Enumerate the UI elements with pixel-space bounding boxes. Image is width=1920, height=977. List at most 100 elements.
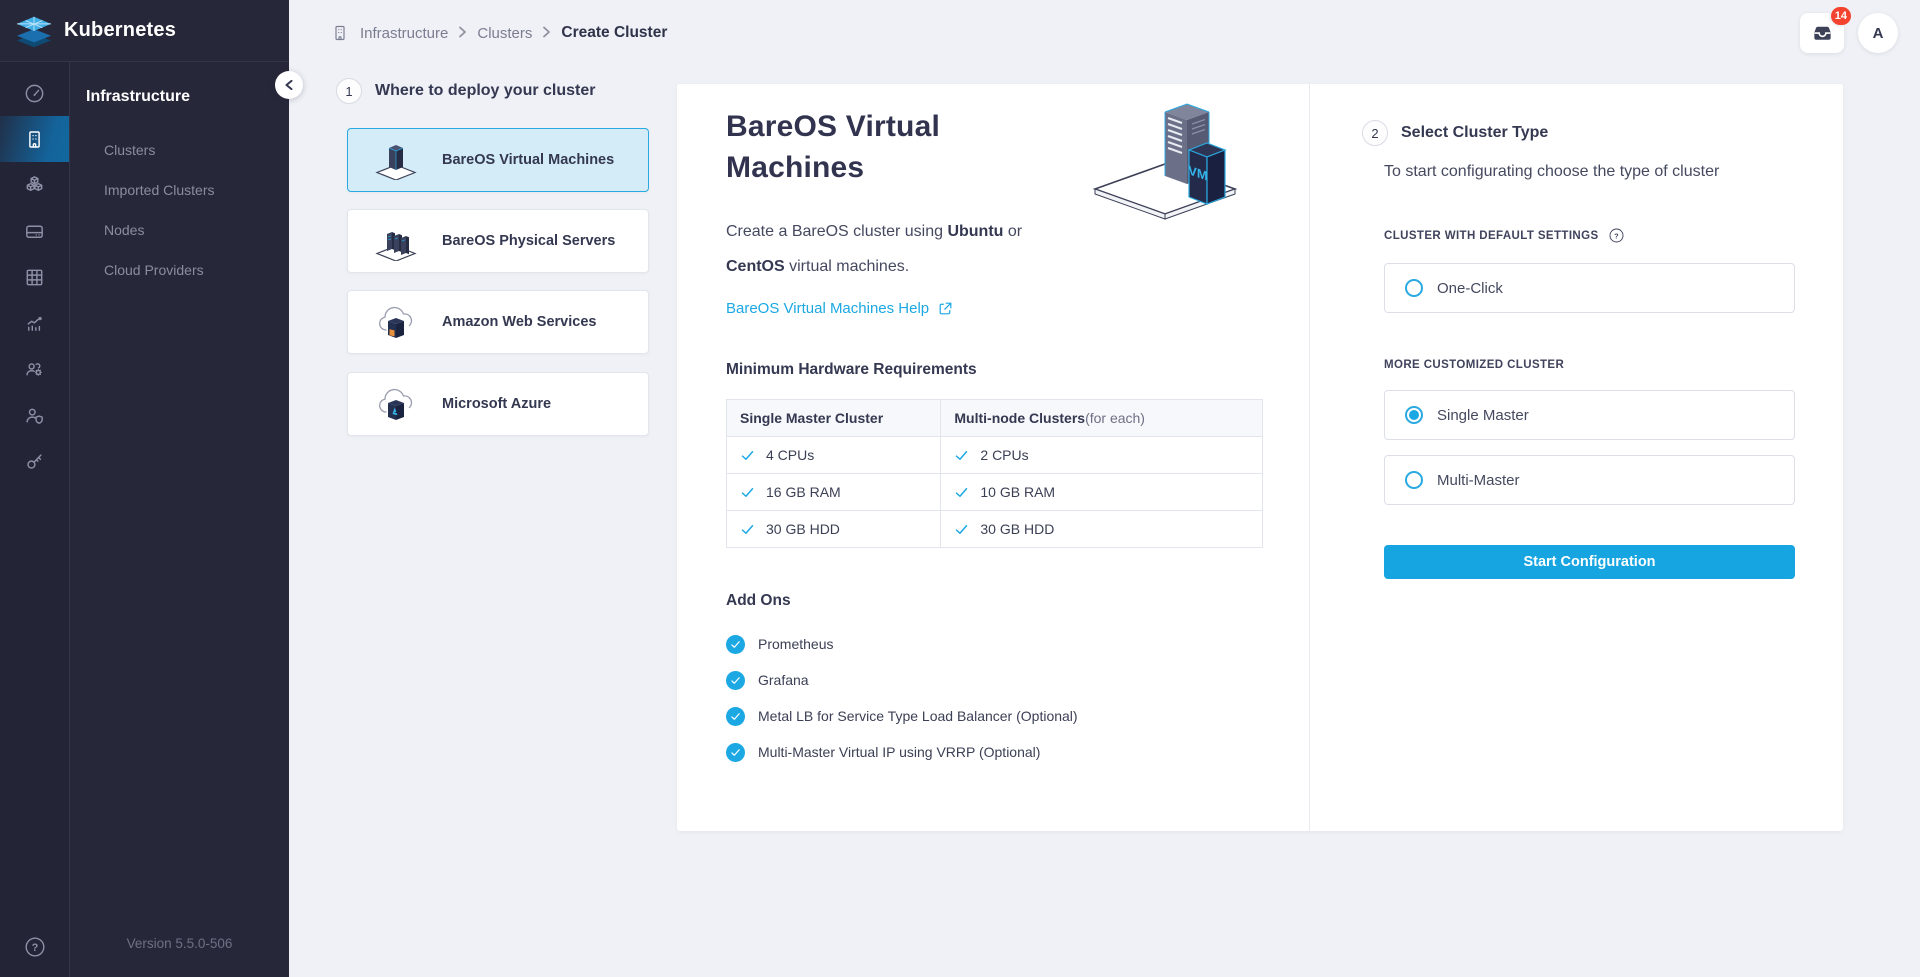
bareos-physical-icon: [374, 221, 418, 261]
deploy-option-label: Amazon Web Services: [442, 314, 596, 330]
storage-icon: [23, 220, 46, 243]
deploy-option[interactable]: Microsoft Azure: [347, 372, 649, 436]
check-icon: [954, 522, 969, 537]
rail-item-access-control[interactable]: [0, 392, 69, 438]
kubernetes-logo-icon: [12, 13, 56, 49]
external-link-icon: [937, 300, 954, 317]
rail-item-apps[interactable]: [0, 254, 69, 300]
deploy-option[interactable]: BareOS Physical Servers: [347, 209, 649, 273]
requirements-title: Minimum Hardware Requirements: [726, 361, 1309, 379]
help-button[interactable]: ?: [0, 917, 69, 977]
addon-label: Multi-Master Virtual IP using VRRP (Opti…: [758, 744, 1040, 760]
check-icon: [740, 485, 755, 500]
check-circle-icon: [726, 671, 745, 690]
requirements-table: Single Master Cluster Multi-node Cluster…: [726, 399, 1263, 548]
sidebar-body: ? Infrastructure Clusters Imported Clust…: [0, 62, 289, 977]
cluster-type-label: Multi-Master: [1437, 472, 1520, 489]
sidebar-section-title: Infrastructure: [70, 88, 289, 106]
aws-icon: [374, 302, 418, 342]
step2-number: 2: [1362, 120, 1388, 146]
bareos-vm-icon: [374, 140, 418, 180]
chevron-left-icon: [284, 80, 294, 90]
radio-icon: [1405, 279, 1423, 297]
breadcrumb-create-cluster: Create Cluster: [561, 24, 667, 42]
addon-label: Grafana: [758, 672, 809, 688]
provider-detail: BareOS VirtualMachines: [677, 84, 1310, 831]
addon-item: Prometheus: [726, 626, 1309, 662]
requirements-row: 16 GB RAM 10 GB RAM: [727, 474, 1263, 511]
notification-badge: 14: [1829, 5, 1853, 27]
icon-rail: ?: [0, 62, 70, 977]
dashboard-icon: [23, 82, 46, 105]
addons-title: Add Ons: [726, 592, 1309, 610]
rail-item-api-keys[interactable]: [0, 438, 69, 484]
help-icon: ?: [23, 935, 47, 959]
workloads-cubes-icon: [23, 174, 46, 197]
check-icon: [954, 448, 969, 463]
rail-item-infrastructure[interactable]: [0, 116, 69, 162]
breadcrumb-separator: [542, 25, 551, 42]
addon-label: Metal LB for Service Type Load Balancer …: [758, 708, 1078, 724]
rail-item-monitoring[interactable]: [0, 300, 69, 346]
check-icon: [954, 485, 969, 500]
sidebar: Kubernetes: [0, 0, 289, 977]
sidebar-item-cloud-providers[interactable]: Cloud Providers: [70, 250, 289, 290]
check-icon: [740, 522, 755, 537]
infrastructure-icon: [23, 128, 46, 151]
addon-item: Metal LB for Service Type Load Balancer …: [726, 698, 1309, 734]
monitoring-chart-icon: [23, 312, 46, 335]
provider-help-link-label: BareOS Virtual Machines Help: [726, 300, 929, 317]
cluster-type-label: One-Click: [1437, 280, 1503, 297]
provider-help-link[interactable]: BareOS Virtual Machines Help: [726, 300, 954, 317]
addons-list: Prometheus Grafana Metal LB for Service …: [726, 626, 1309, 770]
requirements-col-single: Single Master Cluster: [727, 400, 941, 437]
deploy-option[interactable]: BareOS Virtual Machines: [347, 128, 649, 192]
help-circle-icon[interactable]: ?: [1608, 227, 1625, 244]
sidebar-item-nodes[interactable]: Nodes: [70, 210, 289, 250]
requirements-row: 4 CPUs 2 CPUs: [727, 437, 1263, 474]
avatar[interactable]: A: [1858, 13, 1898, 53]
inbox-icon: [1811, 22, 1834, 45]
deploy-option-label: BareOS Physical Servers: [442, 233, 615, 249]
topbar: Infrastructure Clusters Create Cluster 1…: [289, 0, 1920, 66]
check-icon: [740, 448, 755, 463]
deploy-option-label: Microsoft Azure: [442, 396, 551, 412]
main-area: Infrastructure Clusters Create Cluster 1…: [289, 0, 1920, 977]
provider-description: Create a BareOS cluster using Ubuntu or …: [726, 214, 1076, 284]
content: 1 Where to deploy your cluster BareOS Vi…: [289, 66, 1920, 831]
rail-item-storage[interactable]: [0, 208, 69, 254]
svg-text:?: ?: [31, 942, 38, 954]
logo-row: Kubernetes: [0, 0, 289, 62]
requirements-header-row: Single Master Cluster Multi-node Cluster…: [727, 400, 1263, 437]
sidebar-item-clusters[interactable]: Clusters: [70, 130, 289, 170]
user-shield-icon: [23, 404, 46, 427]
rail-item-workloads[interactable]: [0, 162, 69, 208]
addon-item: Multi-Master Virtual IP using VRRP (Opti…: [726, 734, 1309, 770]
breadcrumb-clusters[interactable]: Clusters: [477, 25, 532, 42]
sidebar-collapse-button[interactable]: [275, 71, 303, 99]
breadcrumb: Infrastructure Clusters Create Cluster: [330, 23, 667, 43]
step2-section: 2 Select Cluster Type To start configura…: [1310, 84, 1843, 831]
radio-icon: [1405, 471, 1423, 489]
step2-subtitle: To start configurating choose the type o…: [1384, 163, 1795, 181]
notifications-button[interactable]: 14: [1800, 13, 1844, 53]
app-root: Kubernetes: [0, 0, 1920, 977]
sidebar-item-imported-clusters[interactable]: Imported Clusters: [70, 170, 289, 210]
rail-item-user-management[interactable]: [0, 346, 69, 392]
cluster-type-label: Single Master: [1437, 407, 1529, 424]
rail-item-dashboard[interactable]: [0, 70, 69, 116]
deploy-option[interactable]: Amazon Web Services: [347, 290, 649, 354]
detail-panel: BareOS VirtualMachines: [677, 84, 1843, 831]
start-configuration-button[interactable]: Start Configuration: [1384, 545, 1795, 579]
cluster-type-option[interactable]: Single Master: [1384, 390, 1795, 440]
svg-text:?: ?: [1614, 232, 1619, 240]
vm-illustration: VM: [1089, 98, 1241, 220]
key-icon: [23, 450, 46, 473]
cluster-type-option[interactable]: One-Click: [1384, 263, 1795, 313]
cluster-type-option[interactable]: Multi-Master: [1384, 455, 1795, 505]
users-gear-icon: [23, 358, 46, 381]
step2-title: Select Cluster Type: [1401, 124, 1548, 142]
requirements-row: 30 GB HDD 30 GB HDD: [727, 511, 1263, 548]
addon-item: Grafana: [726, 662, 1309, 698]
breadcrumb-infrastructure[interactable]: Infrastructure: [360, 25, 448, 42]
